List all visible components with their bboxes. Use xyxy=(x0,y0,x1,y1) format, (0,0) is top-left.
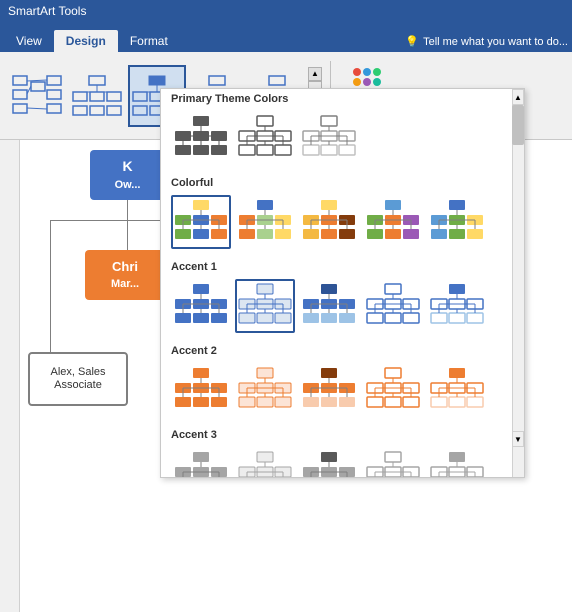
dot-teal xyxy=(373,78,381,86)
layout-thumb-1[interactable] xyxy=(8,65,66,127)
primary-option-2[interactable] xyxy=(235,111,295,165)
scroll-thumb[interactable] xyxy=(512,105,524,145)
ribbon-tabs: View Design Format 💡 Tell me what you wa… xyxy=(0,22,572,52)
change-colors-dropdown: ▲ ▼ Primary Theme Colors xyxy=(160,88,525,478)
accent3-option-5[interactable] xyxy=(427,447,487,478)
dot-green xyxy=(373,68,381,76)
node-alex[interactable]: Alex, SalesAssociate xyxy=(28,352,128,406)
scroll-up-arrow[interactable]: ▲ xyxy=(512,89,524,105)
section-primary-label: Primary Theme Colors xyxy=(161,89,524,107)
section-accent3-label: Accent 3 xyxy=(161,425,524,443)
node-alex-label: Alex, SalesAssociate xyxy=(50,366,105,392)
node-k-label: KOw... xyxy=(115,158,141,192)
accent1-option-5[interactable] xyxy=(427,279,487,333)
node-chri-label: ChriMar... xyxy=(111,259,139,291)
accent1-option-1[interactable] xyxy=(171,279,231,333)
section-accent2-label: Accent 2 xyxy=(161,341,524,359)
title-label: SmartArt Tools xyxy=(8,4,86,18)
accent2-option-5[interactable] xyxy=(427,363,487,417)
section-colorful-label: Colorful xyxy=(161,173,524,191)
colorful-option-2[interactable] xyxy=(235,195,295,249)
tab-view[interactable]: View xyxy=(4,30,54,52)
colorful-option-3[interactable] xyxy=(299,195,359,249)
accent3-option-1[interactable] xyxy=(171,447,231,478)
title-bar: SmartArt Tools xyxy=(0,0,572,22)
tab-design[interactable]: Design xyxy=(54,30,118,52)
accent3-option-2[interactable] xyxy=(235,447,295,478)
colorful-option-4[interactable] xyxy=(363,195,423,249)
primary-grid xyxy=(161,107,524,173)
accent1-option-4[interactable] xyxy=(363,279,423,333)
accent3-grid xyxy=(161,443,524,478)
accent3-option-3[interactable] xyxy=(299,447,359,478)
accent1-option-3[interactable] xyxy=(299,279,359,333)
tab-format[interactable]: Format xyxy=(118,30,180,52)
dot-orange xyxy=(353,78,361,86)
dropdown-scrollbar[interactable]: ▲ ▼ xyxy=(512,89,524,477)
primary-option-1[interactable] xyxy=(171,111,231,165)
accent3-option-4[interactable] xyxy=(363,447,423,478)
connector-v-mid xyxy=(127,220,128,250)
accent2-option-1[interactable] xyxy=(171,363,231,417)
primary-option-3[interactable] xyxy=(299,111,359,165)
accent2-option-4[interactable] xyxy=(363,363,423,417)
accent2-grid xyxy=(161,359,524,425)
dot-blue xyxy=(363,68,371,76)
dot-purple xyxy=(363,78,371,86)
colorful-option-1[interactable] xyxy=(171,195,231,249)
layout-thumb-2[interactable] xyxy=(68,65,126,127)
accent2-option-3[interactable] xyxy=(299,363,359,417)
tell-me-text: Tell me what you want to do... xyxy=(423,36,568,48)
dot-red xyxy=(353,68,361,76)
left-ruler xyxy=(0,140,20,612)
section-accent1-label: Accent 1 xyxy=(161,257,524,275)
scroll-up-btn[interactable]: ▲ xyxy=(308,67,322,81)
accent2-option-2[interactable] xyxy=(235,363,295,417)
node-chri[interactable]: ChriMar... xyxy=(85,250,165,300)
color-dots-icon xyxy=(353,68,381,86)
node-k[interactable]: KOw... xyxy=(90,150,165,200)
connector-v1 xyxy=(127,200,128,220)
connector-v2 xyxy=(50,300,51,352)
accent1-grid xyxy=(161,275,524,341)
colorful-grid xyxy=(161,191,524,257)
colorful-option-5[interactable] xyxy=(427,195,487,249)
lightbulb-icon: 💡 xyxy=(405,35,419,48)
connector-v-left xyxy=(50,220,51,300)
accent1-option-2[interactable] xyxy=(235,279,295,333)
scroll-down-arrow[interactable]: ▼ xyxy=(512,431,524,447)
tell-me-bar[interactable]: 💡 Tell me what you want to do... xyxy=(405,35,568,48)
